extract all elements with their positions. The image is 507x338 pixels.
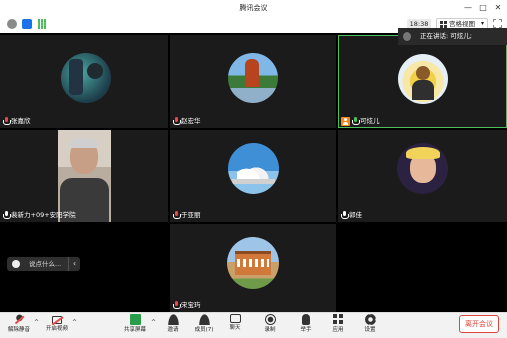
host-icon: [341, 116, 350, 126]
raise-hand-button[interactable]: 举手: [291, 314, 321, 336]
leave-meeting-button[interactable]: 离开会议: [459, 315, 499, 333]
apps-icon: [332, 314, 344, 325]
chevron-up-icon[interactable]: ^: [151, 319, 156, 326]
mic-speaking-icon: [352, 117, 360, 125]
close-button[interactable]: ✕: [492, 2, 504, 13]
members-icon: [198, 314, 210, 325]
participant-tile[interactable]: 张嘉欣: [0, 35, 168, 128]
participant-name-tag: 可炫儿: [341, 116, 380, 126]
avatar: [227, 237, 279, 289]
start-video-button[interactable]: 开启视频: [42, 314, 72, 336]
members-label: 成员(7): [194, 327, 214, 333]
participant-name: 郭佳: [349, 211, 362, 219]
participant-tile[interactable]: 郭佳: [338, 130, 507, 222]
window-title: 腾讯会议: [239, 4, 268, 12]
speaking-label: 正在讲话: 可炫儿;: [420, 32, 472, 40]
title-bar: 腾讯会议 — □ ✕: [0, 0, 507, 16]
avatar: [398, 54, 448, 104]
share-screen-button[interactable]: 共享屏幕: [120, 314, 150, 336]
participant-tile-active-speaker[interactable]: 可炫儿: [338, 35, 507, 128]
mic-muted-icon: [173, 211, 181, 219]
participant-name-tag: 郭佳: [341, 210, 362, 220]
record-icon: [264, 314, 276, 325]
chat-placeholder[interactable]: 说点什么...: [29, 260, 61, 268]
participant-name: 赵宏华: [181, 117, 201, 125]
avatar: [228, 143, 279, 194]
video-off-icon: [51, 316, 64, 326]
record-label: 录制: [264, 327, 276, 333]
participant-name: 裴新力+09+安阳学院: [11, 211, 76, 219]
chevron-up-icon[interactable]: ^: [34, 319, 39, 326]
info-icon[interactable]: [7, 19, 17, 29]
participant-tile[interactable]: 于亚丽: [170, 130, 336, 222]
apps-button[interactable]: 应用: [323, 314, 353, 336]
participant-name: 可炫儿: [360, 117, 380, 125]
mic-icon: [3, 211, 11, 219]
participant-tile[interactable]: 宋宝玙: [170, 224, 336, 312]
record-button[interactable]: 录制: [255, 314, 285, 336]
empty-tile: [338, 224, 507, 312]
share-screen-icon: [129, 314, 141, 325]
participant-tile[interactable]: 赵宏华: [170, 35, 336, 128]
unmute-button[interactable]: 解除静音: [4, 314, 34, 336]
participant-name-tag: 赵宏华: [173, 116, 201, 126]
hand-icon: [302, 314, 310, 325]
mic-muted-icon: [3, 117, 11, 125]
speaker-avatar-icon: [403, 32, 411, 41]
shield-icon[interactable]: [22, 19, 32, 29]
mic-icon: [341, 211, 349, 219]
raise-hand-label: 举手: [300, 327, 312, 333]
participant-name: 宋宝玙: [181, 301, 201, 309]
participant-name: 于亚丽: [181, 211, 201, 219]
grid-icon: [440, 21, 447, 28]
smile-icon[interactable]: [12, 260, 20, 268]
participant-name-tag: 裴新力+09+安阳学院: [3, 210, 76, 220]
mic-muted-icon: [173, 117, 181, 125]
settings-button[interactable]: 设置: [355, 314, 385, 336]
chevron-up-icon[interactable]: ^: [72, 319, 77, 326]
settings-label: 设置: [364, 327, 376, 333]
chevron-left-icon[interactable]: ‹: [68, 257, 80, 271]
chat-button[interactable]: 聊天: [220, 314, 250, 336]
fullscreen-icon[interactable]: [493, 19, 502, 28]
participant-tile[interactable]: 裴新力+09+安阳学院: [0, 130, 168, 222]
chat-icon: [229, 314, 241, 323]
unmute-label: 解除静音: [7, 327, 30, 333]
apps-label: 应用: [332, 327, 344, 333]
minimize-button[interactable]: —: [462, 2, 474, 13]
invite-button[interactable]: 邀请: [158, 314, 188, 336]
participant-name-tag: 于亚丽: [173, 210, 201, 220]
chat-label: 聊天: [229, 325, 241, 331]
avatar: [61, 53, 111, 103]
avatar: [228, 53, 278, 103]
participant-name-tag: 张嘉欣: [3, 116, 31, 126]
avatar: [397, 143, 448, 194]
participant-name-tag: 宋宝玙: [173, 300, 201, 310]
mic-muted-icon: [13, 314, 25, 325]
start-video-label: 开启视频: [45, 326, 68, 332]
invite-icon: [167, 314, 179, 325]
gear-icon: [364, 314, 376, 325]
members-button[interactable]: 成员(7): [189, 314, 219, 336]
mic-muted-icon: [173, 301, 181, 309]
participant-name: 张嘉欣: [11, 117, 31, 125]
view-label: 宫格视图: [449, 20, 475, 28]
quick-chat-bar[interactable]: 说点什么... ‹: [7, 257, 80, 271]
participant-video: [58, 130, 111, 222]
invite-label: 邀请: [167, 327, 179, 333]
signal-icon[interactable]: [38, 19, 47, 29]
speaking-indicator: 正在讲话: 可炫儿;: [398, 28, 507, 45]
maximize-button[interactable]: □: [477, 2, 489, 13]
share-screen-label: 共享屏幕: [123, 327, 146, 333]
